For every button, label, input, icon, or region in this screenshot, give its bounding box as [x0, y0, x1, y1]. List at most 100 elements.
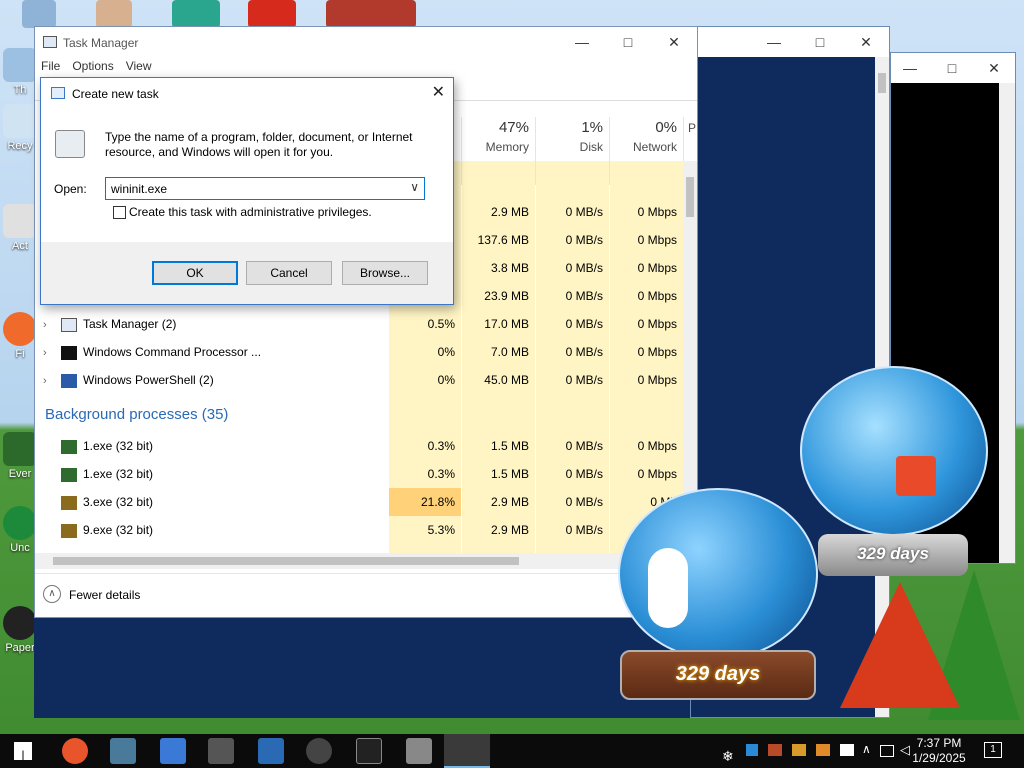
taskbar-app-icon[interactable] [160, 738, 186, 764]
disk-cell: 0 MB/s [565, 439, 603, 453]
taskbar-app-icon[interactable] [208, 738, 234, 764]
task-manager-titlebar[interactable]: Task Manager — □ ✕ [35, 27, 697, 57]
close-icon[interactable]: ✕ [432, 82, 445, 102]
horizontal-scrollbar[interactable] [35, 553, 683, 569]
cpu-cell: 0% [437, 373, 455, 387]
table-row[interactable]: 3.exe (32 bit) 21.8% 2.9 MB 0 MB/s 0 Mb [35, 488, 683, 516]
fewer-details-link[interactable]: Fewer details [69, 588, 140, 602]
task-manager-taskbar-icon[interactable] [444, 734, 490, 768]
table-row[interactable]: 1.exe (32 bit) 0.3% 1.5 MB 0 MB/s 0 Mbps [35, 460, 683, 488]
chevron-down-icon[interactable]: ∨ [410, 180, 419, 194]
menu-options[interactable]: Options [72, 59, 113, 73]
close-icon[interactable]: ✕ [973, 53, 1015, 83]
close-icon[interactable]: ✕ [843, 27, 889, 57]
desktop-top-icon[interactable] [326, 0, 416, 28]
minimize-icon[interactable]: — [751, 27, 797, 57]
clock-time[interactable]: 7:37 PM [910, 736, 968, 750]
table-row[interactable]: › Windows PowerShell (2) 0% 45.0 MB 0 MB/… [35, 366, 683, 394]
scrollbar-thumb[interactable] [686, 177, 694, 217]
disk-cell: 0 MB/s [565, 373, 603, 387]
table-row[interactable]: 9.exe (32 bit) 5.3% 2.9 MB 0 MB/s 0 Mb [35, 516, 683, 544]
admin-checkbox-label: Create this task with administrative pri… [129, 205, 372, 219]
chevron-right-icon[interactable]: › [43, 339, 61, 367]
open-label: Open: [54, 182, 87, 196]
tray-icon[interactable] [746, 744, 758, 756]
minimize-icon[interactable]: — [889, 53, 931, 83]
scrollbar-thumb[interactable] [53, 557, 519, 565]
desktop-top-icon[interactable] [172, 0, 220, 28]
admin-checkbox[interactable] [113, 206, 126, 219]
open-input[interactable]: wininit.exe [111, 182, 167, 196]
task-manager-icon [43, 36, 57, 48]
chevron-up-icon[interactable]: ∧ [862, 742, 871, 756]
network-cell: 0 Mbps [637, 261, 677, 275]
table-row[interactable]: › Task Manager (2) 0.5% 17.0 MB 0 MB/s 0 … [35, 310, 683, 338]
memory-cell: 1.5 MB [490, 467, 529, 481]
snowman-figure [648, 548, 688, 628]
network-cell: 0 Mbps [637, 373, 677, 387]
snowflake-icon: ❄ [722, 748, 734, 764]
snow-globe-small[interactable]: 329 days [614, 488, 822, 704]
cancel-button[interactable]: Cancel [246, 261, 332, 285]
gear-icon[interactable] [306, 738, 332, 764]
chevron-up-icon[interactable]: ∧ [43, 585, 61, 603]
taskbar-app-icon[interactable] [110, 738, 136, 764]
create-new-task-dialog[interactable]: Create new task ✕ Type the name of a pro… [40, 77, 454, 305]
maximize-icon[interactable]: □ [797, 27, 843, 57]
chevron-right-icon[interactable]: › [43, 311, 61, 339]
desktop-top-icon[interactable] [96, 0, 132, 28]
globe-glass [800, 366, 988, 536]
window-title: Task Manager [63, 36, 139, 50]
snow-globe-large[interactable]: 329 days [796, 366, 992, 588]
table-row[interactable]: › Windows Command Processor ... 0% 7.0 MB… [35, 338, 683, 366]
memory-cell: 3.8 MB [490, 261, 529, 275]
maximize-icon[interactable]: □ [605, 27, 651, 57]
mcdonalds-icon[interactable] [248, 0, 296, 28]
taskbar-app-icon[interactable] [356, 738, 382, 764]
volume-icon[interactable]: ◁ [900, 742, 910, 758]
tree-process-icon [61, 467, 77, 482]
globe-base: 329 days [620, 650, 816, 700]
memory-cell: 2.9 MB [490, 205, 529, 219]
menu-view[interactable]: View [126, 59, 152, 73]
close-icon[interactable]: ✕ [651, 27, 697, 57]
run-program-icon [55, 130, 85, 158]
network-icon[interactable] [880, 745, 894, 757]
tray-icon[interactable] [792, 744, 806, 756]
desktop-top-icon[interactable] [22, 0, 56, 28]
dialog-prompt: Type the name of a program, folder, docu… [105, 130, 413, 159]
taskbar-app-icon[interactable] [406, 738, 432, 764]
tray-icon[interactable] [840, 744, 854, 756]
desktop-icon-image [3, 204, 37, 238]
memory-cell: 2.9 MB [490, 523, 529, 537]
dialog-title: Create new task [72, 87, 159, 101]
disk-cell: 0 MB/s [565, 523, 603, 537]
desktop-icon-image [3, 432, 37, 466]
browse-button[interactable]: Browse... [342, 261, 428, 285]
open-combobox[interactable]: wininit.exe ∨ [105, 177, 425, 200]
firefox-taskbar-icon[interactable] [62, 738, 88, 764]
notification-icon[interactable]: 1 [984, 742, 1002, 758]
scrollbar-thumb[interactable] [878, 73, 886, 93]
disk-cell: 0 MB/s [565, 467, 603, 481]
menu-file[interactable]: File [41, 59, 60, 73]
table-row[interactable]: 1.exe (32 bit) 0.3% 1.5 MB 0 MB/s 0 Mbps [35, 432, 683, 460]
maximize-icon[interactable]: □ [931, 53, 973, 83]
firefox-image [3, 312, 37, 346]
taskbar: ❄ ∧ ◁ 7:37 PM 1/29/2025 1 [0, 734, 1024, 768]
disk-cell: 0 MB/s [565, 317, 603, 331]
chevron-right-icon[interactable]: › [43, 367, 61, 395]
process-name-cell: 1.exe (32 bit) [61, 432, 153, 460]
desktop-icon-image [3, 506, 37, 540]
tray-icon[interactable] [816, 744, 830, 756]
tray-icon[interactable] [768, 744, 782, 756]
taskbar-app-icon[interactable] [258, 738, 284, 764]
windows-start-icon[interactable] [14, 742, 32, 760]
minimize-icon[interactable]: — [559, 27, 605, 57]
process-name-cell: › Windows PowerShell (2) [43, 366, 214, 394]
scrollbar[interactable] [999, 83, 1015, 563]
network-cell: 0 Mbps [637, 439, 677, 453]
clock-date[interactable]: 1/29/2025 [910, 751, 968, 765]
ok-button[interactable]: OK [152, 261, 238, 285]
memory-cell: 137.6 MB [477, 233, 529, 247]
